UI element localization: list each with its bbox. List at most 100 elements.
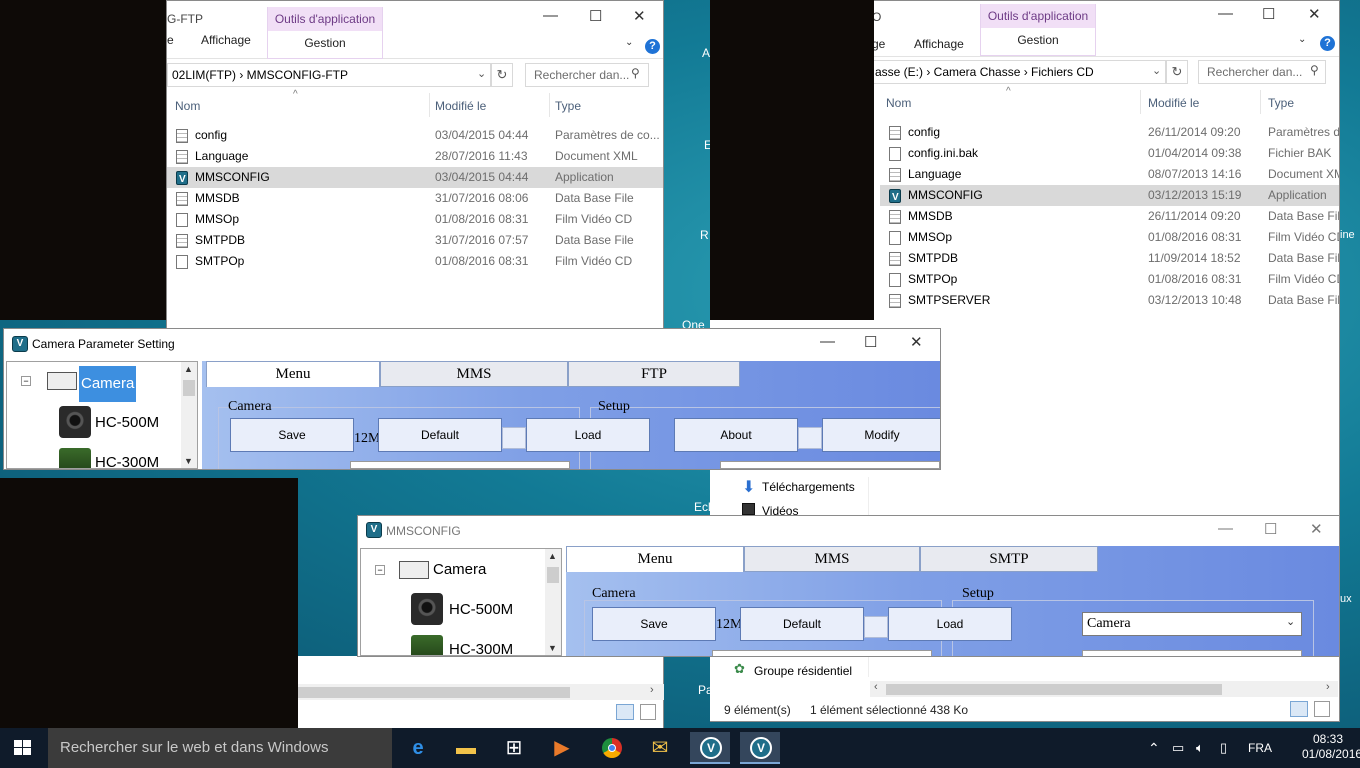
column-header-modified[interactable]: Modifié le: [1148, 96, 1199, 110]
file-row[interactable]: config.ini.bak 01/04/2014 09:38 Fichier BA…: [880, 143, 1339, 164]
thumbnail-view-icon[interactable]: [640, 704, 656, 720]
load-button[interactable]: Load: [526, 418, 650, 452]
arrow-down-icon[interactable]: ▼: [184, 456, 193, 466]
vertical-scrollbar[interactable]: ▲ ▼: [545, 549, 561, 655]
tab-menu[interactable]: Menu: [566, 546, 744, 572]
tree-node-hc300m[interactable]: HC-300M: [95, 454, 159, 468]
network-icon[interactable]: ▭: [1172, 728, 1184, 768]
search-input[interactable]: Rechercher dan...: [1198, 60, 1326, 84]
refresh-icon[interactable]: ↻: [1166, 60, 1188, 84]
tab-smtp[interactable]: SMTP: [920, 546, 1098, 572]
chevron-up-icon[interactable]: ⌃: [1148, 728, 1160, 768]
language-indicator[interactable]: FRA: [1248, 728, 1272, 768]
taskbar-search-input[interactable]: Rechercher sur le web et dans Windows: [48, 728, 392, 768]
file-row[interactable]: MMSDB 31/07/2016 08:06 Data Base File: [167, 188, 663, 209]
dropdown-partial[interactable]: [712, 650, 932, 656]
file-row[interactable]: MMSCONFIG 03/12/2013 15:19 Application: [880, 185, 1339, 208]
tab-manage[interactable]: Gestion: [268, 31, 382, 55]
thumbnail-view-icon[interactable]: [1314, 701, 1330, 717]
close-icon[interactable]: ✕: [910, 333, 923, 351]
file-row[interactable]: MMSOp 01/08/2016 08:31 Film Vidéo CD: [167, 209, 663, 230]
maximize-icon[interactable]: ☐: [1264, 520, 1277, 538]
column-header-type[interactable]: Type: [555, 99, 581, 113]
close-icon[interactable]: ✕: [1310, 520, 1323, 538]
file-row[interactable]: MMSOp 01/08/2016 08:31 Film Vidéo CD: [880, 227, 1339, 248]
camera-select[interactable]: Camera: [1082, 612, 1302, 636]
about-button[interactable]: About: [674, 418, 798, 452]
arrow-up-icon[interactable]: ▲: [548, 551, 557, 561]
file-row[interactable]: config 26/11/2014 09:20 Paramètres d: [880, 122, 1339, 143]
tab-menu[interactable]: Menu: [206, 361, 380, 387]
chevron-down-icon[interactable]: ⌄: [1286, 615, 1295, 628]
chevron-right-icon[interactable]: ›: [1326, 681, 1330, 693]
save-button[interactable]: Save: [230, 418, 354, 452]
file-explorer-icon[interactable]: ▬: [446, 732, 486, 764]
load-button[interactable]: Load: [888, 607, 1012, 641]
tab-view[interactable]: Affichage: [914, 37, 964, 51]
windows-start-icon[interactable]: [14, 740, 32, 756]
dropdown-partial[interactable]: [350, 461, 570, 469]
minimize-icon[interactable]: —: [543, 7, 558, 24]
tree-node-hc500m[interactable]: HC-500M: [449, 601, 513, 618]
tab-ftp[interactable]: FTP: [568, 361, 740, 387]
column-divider[interactable]: [549, 93, 550, 117]
clock[interactable]: 08:33 01/08/2016: [1302, 732, 1360, 762]
details-view-icon[interactable]: [1290, 701, 1308, 717]
file-row[interactable]: Language 08/07/2013 14:16 Document XM: [880, 164, 1339, 185]
minimize-icon[interactable]: —: [1218, 520, 1233, 537]
arrow-up-icon[interactable]: ▲: [184, 364, 193, 374]
maximize-icon[interactable]: ☐: [1262, 5, 1275, 23]
mmsconfig-taskbar-icon[interactable]: V: [690, 732, 730, 764]
chevron-down-icon[interactable]: ⌄: [1298, 34, 1306, 45]
tree-node-camera[interactable]: Camera: [433, 561, 486, 578]
arrow-down-icon[interactable]: ▼: [548, 643, 557, 653]
address-bar[interactable]: 02LIM(FTP) › MMSCONFIG-FTP: [167, 63, 491, 87]
chrome-icon[interactable]: [592, 732, 632, 764]
tab-view[interactable]: Affichage: [201, 33, 251, 47]
file-row[interactable]: SMTPDB 11/09/2014 18:52 Data Base File: [880, 248, 1339, 269]
tab-mms[interactable]: MMS: [744, 546, 920, 572]
help-icon[interactable]: ?: [645, 39, 660, 54]
camera-param-taskbar-icon[interactable]: V: [740, 732, 780, 764]
refresh-icon[interactable]: ↻: [491, 63, 513, 87]
chevron-right-icon[interactable]: ›: [650, 684, 654, 696]
close-icon[interactable]: ✕: [1308, 5, 1321, 23]
collapse-icon[interactable]: −: [21, 376, 31, 386]
tab-manage[interactable]: Gestion: [981, 28, 1095, 52]
column-header-name[interactable]: Nom: [175, 99, 200, 113]
address-bar[interactable]: asse (E:) › Camera Chasse › Fichiers CD: [870, 60, 1166, 84]
chevron-down-icon[interactable]: ⌄: [1152, 64, 1161, 77]
column-header-name[interactable]: Nom: [886, 96, 911, 110]
default-button[interactable]: Default: [740, 607, 864, 641]
vertical-scrollbar[interactable]: ▲ ▼: [181, 362, 197, 468]
scroll-thumb[interactable]: [183, 380, 195, 396]
nav-item-downloads[interactable]: Téléchargements: [762, 480, 855, 494]
maximize-icon[interactable]: ☐: [589, 7, 602, 25]
search-icon[interactable]: ⚲: [1310, 63, 1319, 77]
tree-node-hc300m[interactable]: HC-300M: [449, 641, 513, 655]
default-button[interactable]: Default: [378, 418, 502, 452]
chevron-left-icon[interactable]: ‹: [874, 681, 878, 693]
horizontal-scrollbar[interactable]: [870, 681, 1338, 697]
column-divider[interactable]: [429, 93, 430, 117]
tree-node-camera[interactable]: Camera: [79, 366, 137, 402]
scroll-thumb[interactable]: [547, 567, 559, 583]
dropdown-partial[interactable]: [720, 461, 940, 469]
details-view-icon[interactable]: [616, 704, 634, 720]
chevron-down-icon[interactable]: ⌄: [477, 67, 486, 80]
file-row[interactable]: MMSCONFIG 03/04/2015 04:44 Application: [167, 167, 663, 190]
nav-item-homegroup[interactable]: Groupe résidentiel: [754, 664, 852, 678]
search-icon[interactable]: ⚲: [631, 66, 640, 80]
volume-icon[interactable]: 🔈︎: [1196, 728, 1204, 768]
minimize-icon[interactable]: —: [820, 333, 835, 350]
folder-icon[interactable]: ✉: [640, 732, 680, 764]
column-divider[interactable]: [1140, 90, 1141, 114]
notification-icon[interactable]: ▯: [1220, 728, 1227, 768]
save-button[interactable]: Save: [592, 607, 716, 641]
tree-node-hc500m[interactable]: HC-500M: [95, 414, 159, 431]
store-icon[interactable]: ⊞: [494, 732, 534, 764]
column-header-modified[interactable]: Modifié le: [435, 99, 486, 113]
chevron-down-icon[interactable]: ⌄: [625, 37, 633, 48]
file-row[interactable]: config 03/04/2015 04:44 Paramètres de co..…: [167, 125, 663, 146]
dropdown-partial[interactable]: [1082, 650, 1302, 656]
